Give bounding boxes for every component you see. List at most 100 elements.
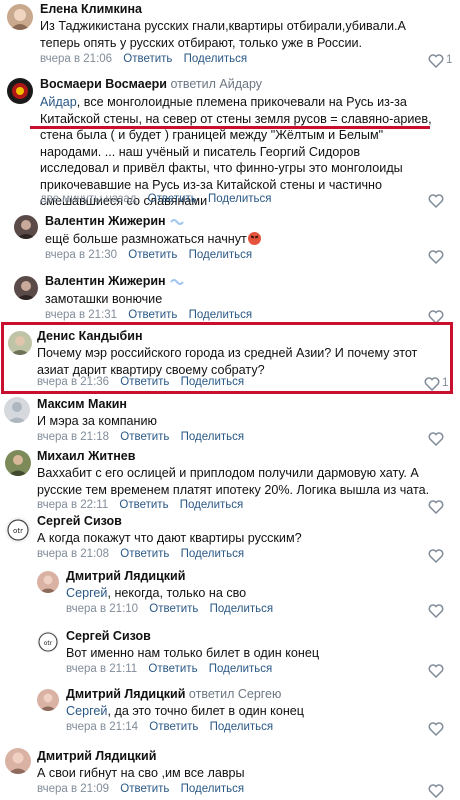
comment-text: Из Таджикистана русских гнали,квартиры о… [40,19,406,50]
comment-text: замоташки вонючие [45,292,163,306]
reply-button[interactable]: Ответить [148,193,197,205]
comment-author[interactable]: Дмитрий Лядицкий [66,569,185,583]
reply-button[interactable]: Ответить [123,53,172,65]
comment-text: Вот именно нам только билет в один конец [66,646,320,660]
avatar[interactable]: otr [5,517,31,543]
comment-meta: вчера в 21:06 Ответить Поделиться [40,53,247,65]
comment-meta: вчера в 21:31 Ответить Поделиться [45,309,252,321]
like-icon[interactable] [428,250,444,264]
like-icon[interactable] [424,377,440,391]
comment-meta: вчера в 22:11 Ответить Поделиться [37,499,243,511]
comment-text: И мэра за компанию [37,414,157,428]
comment-meta: вчера в 21:18 Ответить Поделиться [37,431,244,443]
svg-text:otr: otr [13,527,23,535]
avatar[interactable] [7,78,33,104]
like-count: 1 [446,54,453,66]
comment-meta: вчера в 21:30 Ответить Поделиться [45,249,252,261]
mention-link[interactable]: Сергей [66,704,107,718]
share-button[interactable]: Поделиться [181,783,245,795]
share-button[interactable]: Поделиться [181,548,245,560]
share-button[interactable]: Поделиться [181,431,245,443]
reply-button[interactable]: Ответить [120,548,169,560]
timestamp: вчера в 21:08 [37,548,110,560]
avatar[interactable] [8,331,32,355]
timestamp: две минуты назад [40,193,137,205]
timestamp: вчера в 21:18 [37,431,110,443]
avatar[interactable] [5,748,31,774]
verified-icon [169,218,184,225]
reply-button[interactable]: Ответить [148,663,197,675]
share-button[interactable]: Поделиться [209,663,273,675]
like-count: 1 [442,377,449,389]
avatar[interactable] [7,4,33,30]
comment-author[interactable]: Михаил Житнев [37,449,135,463]
share-button[interactable]: Поделиться [184,53,248,65]
timestamp: вчера в 21:06 [40,53,113,65]
share-button[interactable]: Поделиться [189,249,253,261]
timestamp: вчера в 21:30 [45,249,118,261]
like-icon[interactable] [428,54,444,68]
replied-to: ответил Сергею [188,687,282,701]
avatar[interactable] [14,276,38,300]
like-icon[interactable] [428,500,444,514]
reply-button[interactable]: Ответить [120,783,169,795]
timestamp: вчера в 21:36 [37,376,110,388]
timestamp: вчера в 21:11 [66,663,138,675]
mention-link[interactable]: Сергей [66,586,107,600]
comment-meta: вчера в 21:11 Ответить Поделиться [66,663,272,675]
comment-author[interactable]: Денис Кандыбин [37,329,143,343]
comment-author[interactable]: Валентин Жижерин [45,274,184,288]
comment-text: Ваххабит с его ослицей и приплодом получ… [37,466,430,497]
comment-author[interactable]: Сергей Сизов [37,514,122,528]
share-button[interactable]: Поделиться [181,376,245,388]
comment-author[interactable]: Дмитрий Лядицкий [37,749,156,763]
like-icon[interactable] [428,784,444,798]
like-icon[interactable] [428,432,444,446]
like-icon[interactable] [428,722,444,736]
reply-button[interactable]: Ответить [128,249,177,261]
comment-text: Сергей, некогда, только на сво [66,586,247,600]
share-button[interactable]: Поделиться [189,309,253,321]
comment-meta: две минуты назад Ответить Поделиться [40,193,272,205]
avatar[interactable] [5,450,31,476]
share-button[interactable]: Поделиться [210,603,274,615]
share-button[interactable]: Поделиться [180,499,244,511]
like-icon[interactable] [428,549,444,563]
share-button[interactable]: Поделиться [208,193,272,205]
comment-text: А свои гибнут на сво ,им все лавры [37,766,245,780]
reply-button[interactable]: Ответить [128,309,177,321]
reply-button[interactable]: Ответить [149,721,198,733]
timestamp: вчера в 21:31 [45,309,118,321]
reply-button[interactable]: Ответить [119,499,168,511]
comment-author[interactable]: Валентин Жижерин [45,214,184,228]
reply-button[interactable]: Ответить [120,431,169,443]
comment-meta: вчера в 21:36 Ответить Поделиться [37,376,244,388]
avatar[interactable] [4,397,30,423]
reply-button[interactable]: Ответить [149,603,198,615]
like-icon[interactable] [428,194,444,208]
red-underline-annotation [30,126,430,129]
timestamp: вчера в 21:10 [66,603,139,615]
verified-icon [169,278,184,285]
reply-button[interactable]: Ответить [120,376,169,388]
avatar[interactable]: otr [37,631,59,653]
comment-meta: вчера в 21:08 Ответить Поделиться [37,548,244,560]
comment-author[interactable]: Дмитрий Лядицкий ответил Сергею [66,687,281,701]
comment-text: ещё больше размножаться начнут [45,231,425,248]
comment-author[interactable]: Сергей Сизов [66,629,151,643]
comment-meta: вчера в 21:14 Ответить Поделиться [66,721,273,733]
avatar[interactable] [14,215,38,239]
timestamp: вчера в 21:09 [37,783,110,795]
avatar[interactable] [37,571,59,593]
comment-meta: вчера в 21:10 Ответить Поделиться [66,603,273,615]
like-icon[interactable] [428,664,444,678]
timestamp: вчера в 22:11 [37,499,109,511]
comment-author[interactable]: Елена Климкина [40,2,142,16]
share-button[interactable]: Поделиться [210,721,274,733]
like-icon[interactable] [428,604,444,618]
timestamp: вчера в 21:14 [66,721,139,733]
mention-link[interactable]: Айдар [40,95,77,109]
comment-author[interactable]: Максим Макин [37,397,127,411]
comment-author[interactable]: Восмаери Восмаери ответил Айдару [40,77,262,91]
avatar[interactable] [37,689,59,711]
